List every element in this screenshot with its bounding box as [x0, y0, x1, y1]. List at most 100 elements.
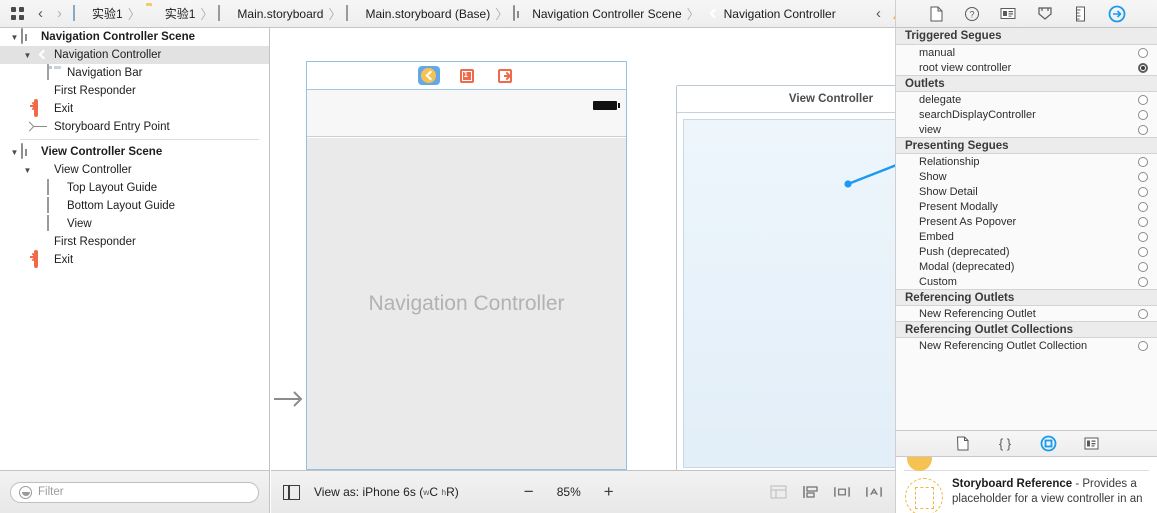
page-title: Navigation Controller — [368, 291, 565, 315]
object-library-list[interactable]: Storyboard Reference - Provides a placeh… — [895, 457, 1157, 513]
connection-row-manual[interactable]: manual — [896, 45, 1157, 60]
connection-well[interactable] — [1138, 340, 1148, 351]
previous-issue-button[interactable]: ‹ — [869, 4, 888, 24]
connection-row-new-referencing-outlet-collection[interactable]: New Referencing Outlet Collection — [896, 338, 1157, 353]
library-item-partial[interactable] — [896, 457, 1157, 471]
breadcrumb-item-navigation-controller[interactable]: Navigation Controller — [705, 0, 836, 28]
first-responder-icon[interactable] — [456, 66, 478, 85]
view-as-label[interactable]: View as: iPhone 6s (wC hR) — [314, 485, 459, 499]
outline-row-view-controller-scene[interactable]: ▼ View Controller Scene — [0, 143, 269, 161]
navigation-controller-scene[interactable]: Navigation Controller — [306, 61, 627, 470]
disclosure-triangle-icon[interactable]: ▼ — [8, 33, 21, 42]
connection-row-relationship[interactable]: Relationship — [896, 154, 1157, 169]
breadcrumb-item-folder[interactable]: 实验1 — [146, 0, 196, 28]
grid-icon[interactable] — [7, 4, 27, 24]
library-item-storyboard-reference[interactable]: Storyboard Reference - Provides a placeh… — [896, 471, 1157, 513]
connection-label: Push (deprecated) — [919, 245, 1010, 258]
object-library-icon[interactable] — [1038, 435, 1058, 453]
navigation-controller-placeholder[interactable]: Navigation Controller — [307, 138, 626, 469]
search-input[interactable]: Filter — [10, 481, 259, 503]
connection-well[interactable] — [1138, 308, 1148, 319]
breadcrumb-item-storyboard-base[interactable]: Main.storyboard (Base) — [346, 0, 490, 28]
exit-icon[interactable] — [494, 66, 516, 85]
outline-row-navigation-bar[interactable]: Navigation Bar — [0, 64, 269, 82]
connection-row-show-detail[interactable]: Show Detail — [896, 184, 1157, 199]
connection-row-present-modally[interactable]: Present Modally — [896, 199, 1157, 214]
disclosure-triangle-icon[interactable]: ▼ — [21, 51, 34, 60]
connection-label: Relationship — [919, 155, 980, 168]
connection-well[interactable] — [1138, 109, 1148, 120]
connection-row-view[interactable]: view — [896, 122, 1157, 137]
connection-row-embed[interactable]: Embed — [896, 229, 1157, 244]
code-snippet-library-icon[interactable]: { } — [995, 435, 1015, 453]
connections-inspector-panel[interactable]: Triggered Segues manual root view contro… — [895, 28, 1157, 430]
connection-row-searchdisplaycontroller[interactable]: searchDisplayController — [896, 107, 1157, 122]
outline-row-first-responder[interactable]: First Responder — [0, 82, 269, 100]
library-item-text: Storyboard Reference - Provides a placeh… — [952, 477, 1149, 513]
connection-well[interactable] — [1138, 124, 1148, 135]
outline-row-view-controller[interactable]: ▼ View Controller — [0, 161, 269, 179]
pin-icon[interactable] — [833, 485, 851, 500]
entry-point-icon — [34, 119, 50, 135]
connection-row-show[interactable]: Show — [896, 169, 1157, 184]
breadcrumb-item-scene[interactable]: Navigation Controller Scene — [513, 0, 682, 28]
zoom-out-button[interactable]: − — [521, 483, 537, 500]
forward-button[interactable]: › — [50, 4, 69, 24]
size-inspector-icon[interactable] — [1070, 4, 1092, 24]
back-button[interactable]: ‹ — [31, 4, 50, 24]
breadcrumb-item-storyboard[interactable]: Main.storyboard — [218, 0, 323, 28]
section-header-triggered-segues: Triggered Segues — [896, 28, 1157, 45]
file-inspector-icon[interactable] — [925, 4, 947, 24]
trait-width-value: C — [429, 485, 439, 499]
connection-well[interactable] — [1138, 231, 1148, 242]
outline-row-navigation-controller-scene[interactable]: ▼ Navigation Controller Scene — [0, 28, 269, 46]
outline-row-view[interactable]: View — [0, 215, 269, 233]
attributes-inspector-icon[interactable] — [1034, 4, 1056, 24]
connection-well[interactable] — [1138, 261, 1148, 272]
file-template-library-icon[interactable] — [952, 435, 972, 453]
outline-row-storyboard-entry-point[interactable]: Storyboard Entry Point — [0, 118, 269, 136]
connection-row-custom[interactable]: Custom — [896, 274, 1157, 289]
connection-row-push-deprecated[interactable]: Push (deprecated) — [896, 244, 1157, 259]
view-controller-view[interactable] — [683, 119, 895, 468]
outline-row-label: Navigation Bar — [67, 67, 143, 79]
resolve-auto-layout-icon[interactable] — [865, 485, 883, 500]
connection-well[interactable] — [1138, 156, 1148, 167]
disclosure-triangle-icon[interactable]: ▼ — [21, 166, 34, 175]
outline-row-top-layout-guide[interactable]: Top Layout Guide — [0, 179, 269, 197]
connection-row-new-referencing-outlet[interactable]: New Referencing Outlet — [896, 306, 1157, 321]
document-outline-toggle-icon[interactable] — [283, 484, 300, 500]
connection-row-delegate[interactable]: delegate — [896, 92, 1157, 107]
media-library-icon[interactable] — [1081, 435, 1101, 453]
connection-well-connected[interactable] — [1138, 62, 1148, 73]
connection-row-modal-deprecated[interactable]: Modal (deprecated) — [896, 259, 1157, 274]
zoom-in-button[interactable]: + — [601, 483, 617, 500]
nest-content-icon[interactable] — [769, 485, 787, 500]
connection-well[interactable] — [1138, 94, 1148, 105]
quick-help-inspector-icon[interactable]: ? — [961, 4, 983, 24]
connection-well[interactable] — [1138, 171, 1148, 182]
connection-label: New Referencing Outlet Collection — [919, 339, 1088, 352]
connection-well[interactable] — [1138, 47, 1148, 58]
outline-row-first-responder-2[interactable]: First Responder — [0, 233, 269, 251]
storyboard-canvas[interactable]: Navigation Controller View Controller — [271, 28, 895, 470]
align-icon[interactable] — [801, 485, 819, 500]
connections-inspector-icon[interactable] — [1106, 4, 1128, 24]
connection-well[interactable] — [1138, 276, 1148, 287]
outline-row-bottom-layout-guide[interactable]: Bottom Layout Guide — [0, 197, 269, 215]
breadcrumb-item-project[interactable]: 实验1 — [73, 0, 123, 28]
disclosure-triangle-icon[interactable]: ▼ — [8, 148, 21, 157]
outline-row-exit-2[interactable]: Exit — [0, 250, 269, 269]
connection-well[interactable] — [1138, 216, 1148, 227]
connection-row-root-view-controller[interactable]: root view controller — [896, 60, 1157, 75]
identity-inspector-icon[interactable] — [997, 4, 1019, 24]
outline-row-navigation-controller[interactable]: ▼ Navigation Controller — [0, 46, 269, 64]
navigation-controller-icon[interactable] — [417, 66, 440, 85]
connection-row-present-as-popover[interactable]: Present As Popover — [896, 214, 1157, 229]
view-controller-scene[interactable]: View Controller — [676, 85, 895, 470]
connection-well[interactable] — [1138, 201, 1148, 212]
document-outline-panel[interactable]: ▼ Navigation Controller Scene ▼ Navigati… — [0, 28, 270, 470]
connection-well[interactable] — [1138, 246, 1148, 257]
connection-well[interactable] — [1138, 186, 1148, 197]
outline-row-exit[interactable]: Exit — [0, 99, 269, 118]
